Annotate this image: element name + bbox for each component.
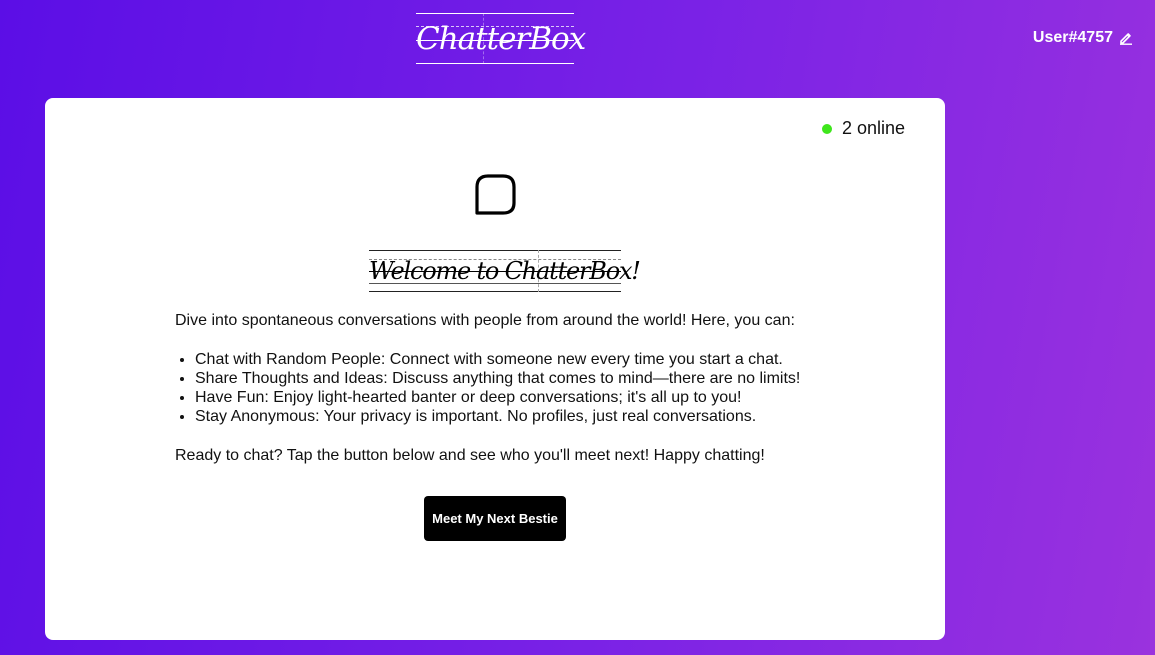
feature-list: Chat with Random People: Connect with so…	[175, 350, 835, 426]
logo-text: ChatterBox	[416, 21, 586, 57]
welcome-heading: Welcome to ChatterBox!	[369, 250, 641, 292]
pencil-icon[interactable]	[1119, 31, 1133, 45]
feature-item: Chat with Random People: Connect with so…	[195, 350, 835, 369]
welcome-card: 2 online Welcome to ChatterBox! Dive int…	[45, 98, 945, 640]
welcome-description: Dive into spontaneous conversations with…	[175, 311, 835, 465]
feature-item: Stay Anonymous: Your privacy is importan…	[195, 407, 835, 426]
online-count: 2 online	[841, 118, 905, 138]
username-edit[interactable]: User#4757	[1033, 29, 1133, 47]
meet-next-bestie-button[interactable]: Meet My Next Bestie	[424, 496, 566, 541]
online-status: 2 online	[821, 118, 905, 139]
intro-text: Dive into spontaneous conversations with…	[175, 312, 795, 329]
chat-bubble-icon	[473, 173, 517, 217]
username-label: User#4757	[1032, 29, 1113, 46]
feature-item: Share Thoughts and Ideas: Discuss anythi…	[195, 369, 835, 388]
app-logo: ChatterBox	[416, 13, 586, 65]
online-indicator-dot	[821, 123, 832, 134]
outro-text: Ready to chat? Tap the button below and …	[175, 447, 765, 464]
feature-item: Have Fun: Enjoy light-hearted banter or …	[195, 388, 835, 407]
